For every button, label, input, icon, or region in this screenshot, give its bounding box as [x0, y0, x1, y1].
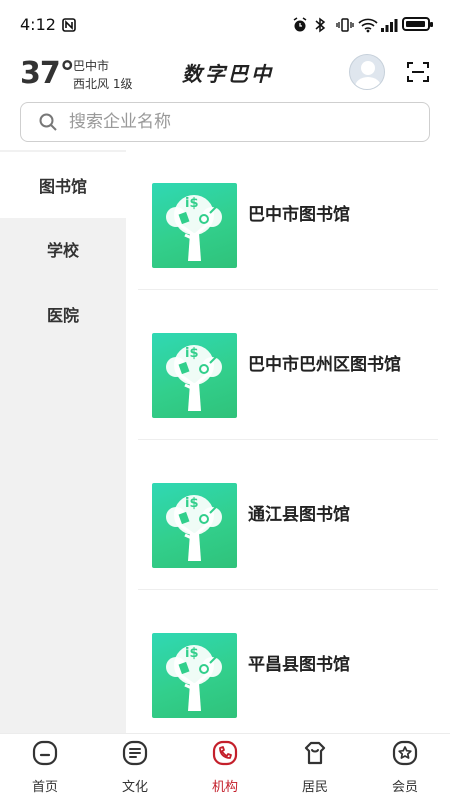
alarm-icon: [292, 17, 308, 32]
avatar[interactable]: [349, 54, 385, 90]
status-bar: 4:12: [0, 0, 450, 48]
tab-member[interactable]: 会员: [360, 734, 450, 801]
sidebar-item-hospital[interactable]: 医院: [0, 281, 126, 347]
member-icon: [392, 740, 418, 766]
tab-resident[interactable]: 居民: [270, 734, 360, 801]
tab-label: 居民: [301, 780, 328, 795]
status-right: [292, 17, 433, 33]
status-left: 4:12: [20, 15, 78, 34]
search-box[interactable]: [20, 102, 430, 142]
sidebar-item-label: 学校: [46, 241, 79, 260]
sidebar-item-label: 图书馆: [38, 177, 87, 196]
battery-icon: [402, 17, 433, 31]
home-icon: [32, 740, 58, 766]
culture-icon: [122, 740, 148, 766]
list-item[interactable]: i$ 平昌县图书馆: [138, 600, 438, 733]
category-sidebar: 图书馆 学校 医院: [0, 150, 126, 733]
library-tree-logo: i$: [152, 633, 237, 718]
list-item[interactable]: i$ 巴中市图书馆: [138, 150, 438, 290]
tab-label: 文化: [121, 780, 148, 795]
status-time: 4:12: [20, 14, 56, 34]
svg-text:i$: i$: [185, 346, 199, 361]
vibrate-icon: [336, 17, 354, 32]
tab-label: 机构: [211, 780, 238, 795]
app-title: 数字巴中: [182, 62, 274, 86]
institution-name: 平昌县图书馆: [248, 655, 350, 675]
weather-wind: 西北风 1级: [73, 77, 133, 91]
tab-label: 会员: [391, 780, 418, 795]
tab-culture[interactable]: 文化: [90, 734, 180, 801]
tab-home[interactable]: 首页: [0, 734, 90, 801]
institution-icon: [212, 740, 238, 766]
wifi-icon: [358, 17, 378, 33]
tab-label: 首页: [31, 780, 58, 795]
resident-icon: [304, 741, 326, 765]
institution-list: i$ 巴中市图书馆 i$ 巴中市巴州区图书馆 i$ 通江县图书馆 i$ 平昌县图…: [126, 150, 450, 733]
library-tree-logo: i$: [152, 333, 237, 418]
list-item[interactable]: i$ 通江县图书馆: [138, 450, 438, 590]
institution-name: 巴中市图书馆: [248, 205, 350, 225]
scan-icon[interactable]: [407, 62, 429, 82]
bottom-tab-bar: 首页 文化 机构 居民 会员: [0, 733, 450, 801]
institution-name: 巴中市巴州区图书馆: [248, 355, 401, 375]
avatar-body: [355, 77, 381, 89]
svg-text:i$: i$: [185, 496, 199, 511]
sidebar-item-library[interactable]: 图书馆: [0, 152, 126, 218]
library-tree-logo: i$: [152, 483, 237, 568]
library-tree-logo: i$: [152, 183, 237, 268]
signal-icon: [380, 17, 398, 32]
list-item[interactable]: i$ 巴中市巴州区图书馆: [138, 300, 438, 440]
header: 37° 巴中市 西北风 1级 数字巴中: [0, 48, 450, 100]
tab-institution[interactable]: 机构: [180, 734, 270, 801]
weather-city: 巴中市: [73, 59, 110, 73]
institution-name: 通江县图书馆: [248, 505, 350, 525]
avatar-head: [361, 61, 375, 75]
sidebar-item-label: 医院: [46, 306, 79, 325]
search-input[interactable]: [67, 111, 391, 133]
nfc-icon: [62, 17, 78, 32]
svg-text:i$: i$: [185, 646, 199, 661]
sidebar-item-school[interactable]: 学校: [0, 216, 126, 282]
search-icon: [39, 113, 57, 131]
svg-text:i$: i$: [185, 196, 199, 211]
bluetooth-icon: [314, 17, 330, 33]
temperature: 37°: [20, 56, 75, 91]
